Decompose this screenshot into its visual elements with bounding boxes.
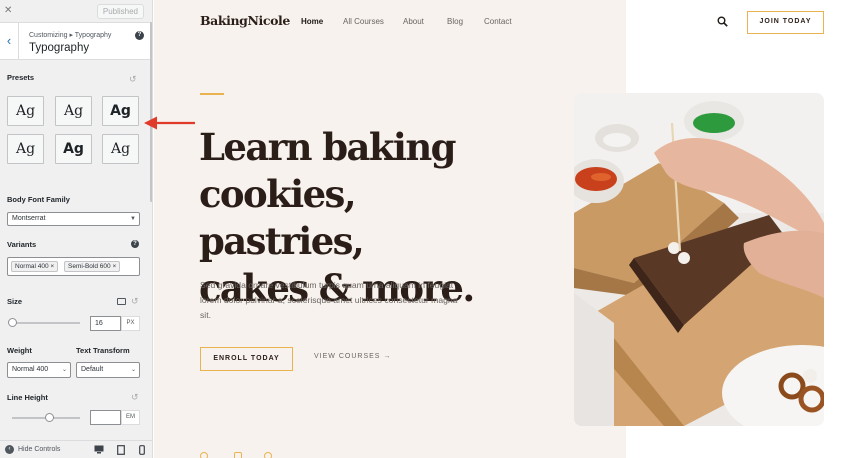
annotation-arrow-icon — [144, 116, 195, 130]
back-arrow-icon[interactable]: ‹ — [0, 23, 19, 59]
size-input[interactable]: 16 — [90, 316, 121, 331]
reset-icon[interactable]: ↺ — [131, 296, 139, 307]
preset-5[interactable]: Ag — [55, 134, 92, 164]
breadcrumb: Customizing ▸ Typography — [29, 32, 112, 39]
nav-all-courses[interactable]: All Courses — [343, 17, 384, 26]
size-slider-track[interactable] — [12, 322, 80, 324]
preset-6[interactable]: Ag — [102, 134, 139, 164]
nav-about[interactable]: About — [403, 17, 424, 26]
dropdown-caret-icon: ⌄ — [61, 367, 67, 373]
size-unit[interactable]: PX — [121, 316, 140, 331]
reset-icon[interactable]: ↺ — [129, 74, 137, 85]
hide-controls-button[interactable]: ‹ Hide Controls — [5, 445, 60, 454]
customizer-footer: ‹ Hide Controls — [0, 440, 152, 458]
customizer-top-bar: ✕ Published — [0, 0, 152, 22]
section-title: Typography — [29, 42, 90, 54]
preset-4[interactable]: Ag — [7, 134, 44, 164]
feature-icon — [264, 452, 272, 458]
variants-input[interactable]: Normal 400 × Semi-Bold 600 × — [7, 257, 140, 276]
preset-1[interactable]: Ag — [7, 96, 44, 126]
preset-3[interactable]: Ag — [102, 96, 139, 126]
body-font-select[interactable]: Montserrat ▼ — [7, 212, 140, 226]
help-icon[interactable]: ? — [131, 240, 139, 248]
text-transform-label: Text Transform — [76, 346, 130, 355]
preset-2[interactable]: Ag — [55, 96, 92, 126]
sidebar-scrollbar[interactable] — [150, 22, 152, 202]
weight-label: Weight — [7, 346, 32, 355]
collapse-icon: ‹ — [5, 445, 14, 454]
site-logo[interactable]: BakingNicole — [200, 13, 290, 28]
size-slider-handle[interactable] — [8, 318, 17, 327]
feature-icon — [200, 452, 208, 458]
variant-tag[interactable]: Semi-Bold 600 × — [64, 261, 121, 272]
variant-tag[interactable]: Normal 400 × — [11, 261, 59, 272]
presets-label: Presets — [7, 73, 35, 82]
nav-contact[interactable]: Contact — [484, 17, 512, 26]
enroll-today-button[interactable]: ENROLL TODAY — [200, 347, 293, 371]
hero-description: Sed gravida ornare vestibulum turpis qua… — [200, 280, 458, 320]
dropdown-caret-icon: ▼ — [130, 216, 136, 222]
size-label: Size — [7, 297, 23, 306]
dropdown-caret-icon: ⌄ — [130, 367, 136, 373]
accent-divider — [200, 93, 224, 95]
customizer-sidebar: ✕ Published ‹ Customizing ▸ Typography T… — [0, 0, 153, 458]
line-height-input[interactable] — [90, 410, 121, 425]
help-icon[interactable]: ? — [135, 31, 144, 40]
text-transform-select[interactable]: Default ⌄ — [76, 362, 140, 378]
mobile-preview-icon[interactable] — [139, 445, 145, 455]
published-button[interactable]: Published — [96, 4, 144, 19]
join-today-button[interactable]: JOIN TODAY — [747, 11, 824, 34]
search-icon[interactable] — [717, 16, 728, 27]
line-height-slider-handle[interactable] — [45, 413, 54, 422]
reset-icon[interactable]: ↺ — [131, 392, 139, 403]
line-height-label: Line Height — [7, 393, 48, 402]
feature-icon — [234, 452, 242, 458]
variants-label: Variants — [7, 240, 37, 249]
site-preview: BakingNicole Home All Courses About Blog… — [154, 0, 864, 458]
desktop-icon[interactable] — [117, 298, 126, 305]
tablet-preview-icon[interactable] — [117, 445, 125, 455]
view-courses-link[interactable]: VIEW COURSES → — [314, 353, 391, 360]
body-font-label: Body Font Family — [7, 195, 70, 204]
close-icon[interactable]: ✕ — [4, 5, 16, 17]
hero-baking-photo — [574, 93, 824, 426]
section-header: ‹ Customizing ▸ Typography Typography ? — [0, 22, 152, 60]
weight-select[interactable]: Normal 400 ⌄ — [7, 362, 71, 378]
nav-blog[interactable]: Blog — [447, 17, 463, 26]
line-height-unit[interactable]: EM — [121, 410, 140, 425]
desktop-preview-icon[interactable] — [94, 445, 104, 454]
nav-home[interactable]: Home — [301, 17, 323, 26]
